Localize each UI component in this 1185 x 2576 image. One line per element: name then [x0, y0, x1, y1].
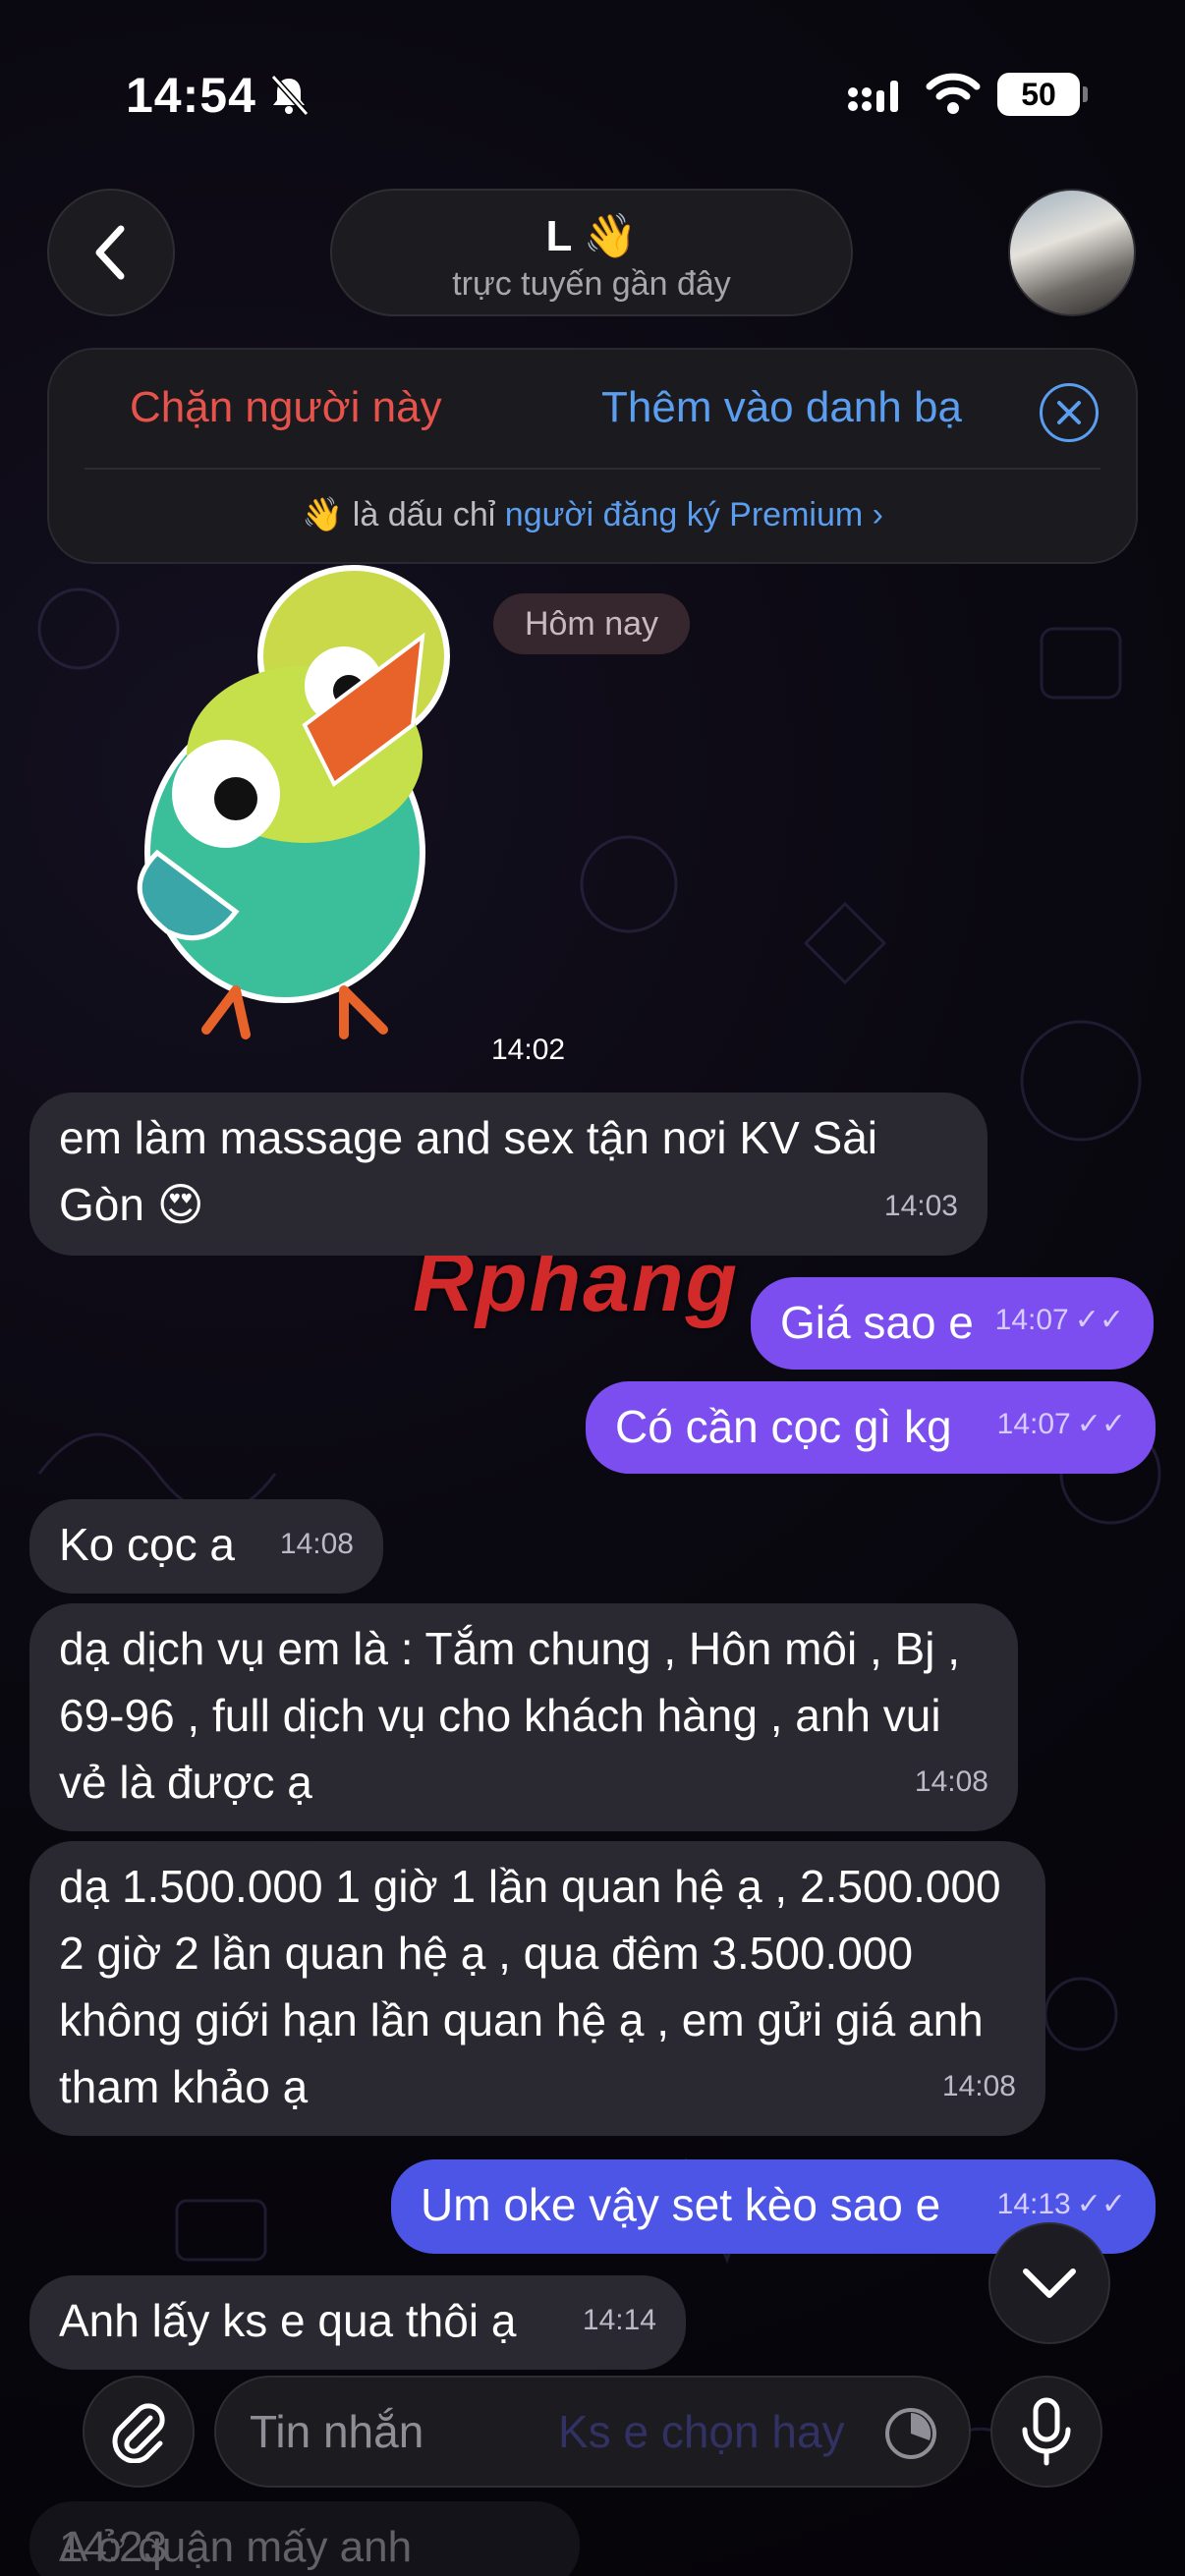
message-input-placeholder: Tin nhắn: [250, 2406, 424, 2457]
message-text: Anh lấy ks e qua thôi ạ: [59, 2295, 517, 2346]
premium-prefix: 👋 là dấu chỉ: [302, 496, 505, 533]
chevron-right-icon: ›: [872, 496, 883, 533]
read-ticks-icon: ✓✓: [1076, 2188, 1126, 2220]
battery-indicator: 50: [997, 73, 1088, 116]
chevron-left-icon: [95, 225, 125, 280]
message-bubble[interactable]: Anh lấy ks e qua thôi ạ 14:14: [29, 2275, 686, 2370]
message-bubble[interactable]: dạ 1.500.000 1 giờ 1 lần quan hệ ạ , 2.5…: [29, 1841, 1045, 2136]
premium-link[interactable]: người đăng ký Premium: [505, 496, 863, 533]
message-input-ghost-text: Ks e chọn hay: [558, 2406, 845, 2457]
message-bubble[interactable]: em làm massage and sex tận nơi KV Sài Gò…: [29, 1092, 988, 1256]
scroll-to-bottom-button[interactable]: [988, 2222, 1110, 2344]
add-contact-button[interactable]: Thêm vào danh bạ: [601, 383, 962, 432]
close-icon: [1057, 401, 1081, 424]
message-text: dạ dịch vụ em là : Tắm chung , Hôn môi ,…: [59, 1623, 961, 1808]
message-text: dạ 1.500.000 1 giờ 1 lần quan hệ ạ , 2.5…: [59, 1861, 1001, 2112]
message-time: 14:14: [582, 2304, 656, 2336]
avatar[interactable]: [1008, 189, 1136, 316]
cellular-signal-icon: [848, 81, 898, 112]
voice-message-button[interactable]: [990, 2376, 1102, 2488]
wifi-icon: [926, 73, 981, 114]
message-bubble[interactable]: Ko cọc a 14:08: [29, 1499, 383, 1594]
message-time: 14:07: [994, 1304, 1069, 1336]
message-bubble[interactable]: Giá sao e 14:07 ✓✓: [751, 1277, 1154, 1370]
message-input[interactable]: Tin nhắn Ks e chọn hay: [214, 2376, 971, 2488]
parrot-sticker[interactable]: [98, 558, 540, 1039]
message-time: 14:08: [279, 1528, 354, 1560]
message-time: 14:13: [996, 2188, 1071, 2220]
message-time: 14:23: [59, 2523, 168, 2571]
block-user-button[interactable]: Chặn người này: [130, 383, 442, 432]
message-bubble[interactable]: dạ dịch vụ em là : Tắm chung , Hôn môi ,…: [29, 1603, 1018, 1831]
message-bubble[interactable]: Có cần cọc gì kg 14:07 ✓✓: [586, 1381, 1156, 1474]
microphone-icon: [1022, 2397, 1071, 2466]
contact-status: trực tuyến gần đây: [452, 265, 731, 303]
paperclip-icon: [112, 2403, 165, 2463]
silent-bell-icon: [270, 74, 310, 116]
message-text: Có cần cọc gì kg: [615, 1401, 952, 1452]
close-panel-button[interactable]: [1040, 383, 1099, 442]
message-text: em làm massage and sex tận nơi KV Sài Gò…: [59, 1112, 878, 1230]
message-time: 14:03: [883, 1190, 958, 1222]
message-text: Ko cọc a: [59, 1519, 235, 1570]
attach-button[interactable]: [83, 2376, 195, 2488]
timer-icon[interactable]: [880, 2403, 941, 2464]
premium-info[interactable]: 👋 là dấu chỉ người đăng ký Premium ›: [49, 495, 1136, 534]
chevron-down-icon: [1023, 2268, 1076, 2298]
message-time: 14:08: [941, 2070, 1016, 2102]
status-bar: 14:54 50: [0, 0, 1185, 187]
status-time: 14:54: [126, 68, 256, 123]
message-text: Giá sao e: [780, 1297, 974, 1348]
contact-name: L 👋: [545, 212, 638, 260]
date-chip: Hôm nay: [493, 593, 690, 654]
read-ticks-icon: ✓✓: [1076, 1408, 1126, 1440]
chat-title-pill[interactable]: L 👋 trực tuyến gần đây: [330, 189, 853, 316]
message-text: Um oke vậy set kèo sao e: [421, 2179, 941, 2230]
read-ticks-icon: ✓✓: [1074, 1304, 1124, 1336]
message-time: 14:07: [996, 1408, 1071, 1440]
back-button[interactable]: [47, 189, 175, 316]
partially-hidden-message: A ở quận mấy anh 14:23: [29, 2501, 580, 2576]
message-time: 14:08: [914, 1765, 988, 1798]
new-contact-action-panel: Chặn người này Thêm vào danh bạ 👋 là dấu…: [47, 348, 1138, 564]
panel-divider: [85, 468, 1100, 470]
sticker-time: 14:02: [491, 1034, 566, 1066]
